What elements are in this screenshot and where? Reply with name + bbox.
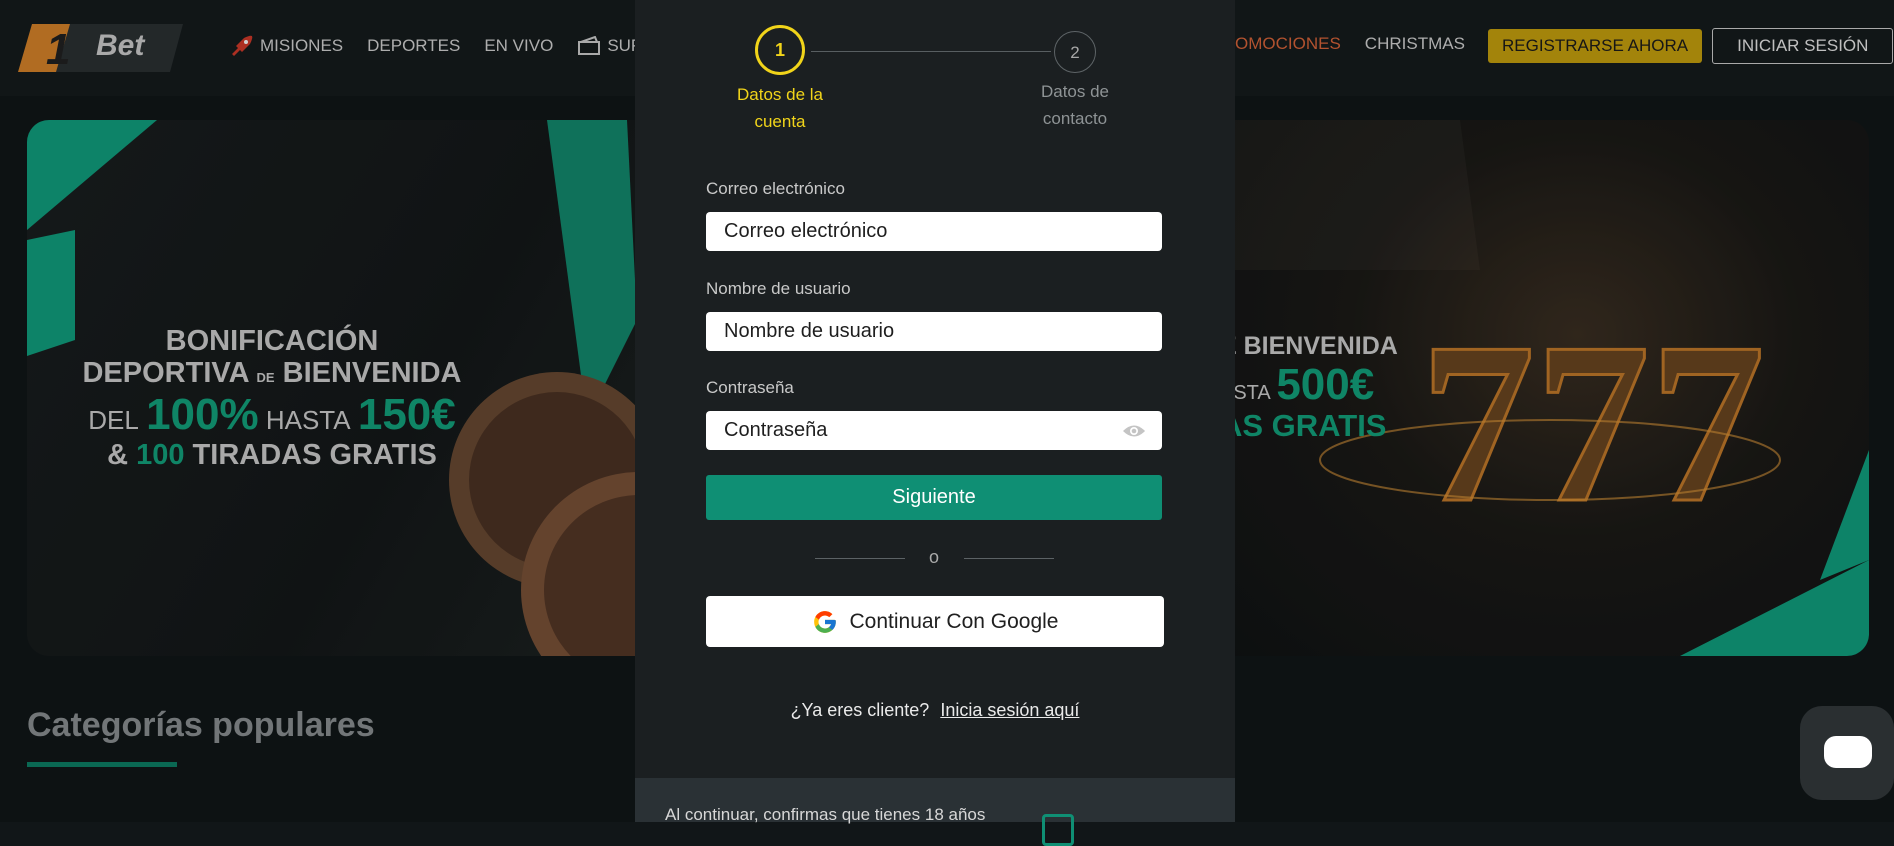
existing-customer-prompt: ¿Ya eres cliente? Inicia sesión aquí — [635, 700, 1235, 721]
email-field-placeholder: Correo electrónico — [724, 220, 888, 242]
username-field-placeholder: Nombre de usuario — [724, 320, 895, 342]
chat-icon — [1824, 736, 1872, 768]
existing-customer-text: ¿Ya eres cliente? — [790, 700, 930, 720]
divider-line-left — [815, 558, 905, 559]
login-here-link[interactable]: Inicia sesión aquí — [940, 700, 1079, 720]
username-label: Nombre de usuario — [706, 279, 851, 298]
divider-line-right — [964, 558, 1054, 559]
step-1-label: Datos de la cuenta — [705, 81, 855, 135]
password-field-placeholder: Contraseña — [724, 419, 828, 441]
email-field[interactable]: Correo electrónico — [706, 212, 1162, 251]
google-signin-button[interactable]: Continuar Con Google — [706, 596, 1164, 647]
google-icon — [813, 610, 836, 633]
divider-text: o — [929, 547, 940, 567]
password-label: Contraseña — [706, 378, 794, 397]
step-2-label-line-1: Datos de — [1040, 82, 1110, 101]
eye-icon[interactable] — [1122, 423, 1146, 439]
age-confirmation-text: Al continuar, confirmas que tienes 18 añ… — [665, 805, 986, 824]
step-2-circle: 2 — [1054, 31, 1096, 73]
username-field[interactable]: Nombre de usuario — [706, 312, 1162, 351]
chat-widget-button[interactable] — [1800, 706, 1894, 800]
email-label: Correo electrónico — [706, 179, 845, 198]
step-1-circle: 1 — [755, 25, 805, 75]
step-account: 1 Datos de la cuenta — [705, 25, 855, 135]
step-contact: 2 Datos de contacto — [1005, 31, 1145, 132]
age-confirmation-checkbox[interactable] — [1042, 814, 1074, 846]
step-2-label: Datos de contacto — [1005, 78, 1145, 132]
google-signin-label: Continuar Con Google — [849, 609, 1059, 633]
registration-modal: 1 Datos de la cuenta 2 Datos de contacto… — [635, 0, 1235, 846]
step-2-label-line-2: contacto — [1042, 109, 1108, 128]
step-1-label-line-2: cuenta — [754, 112, 806, 131]
next-button[interactable]: Siguiente — [706, 475, 1162, 520]
password-field[interactable]: Contraseña — [706, 411, 1162, 450]
step-1-label-line-1: Datos de la — [737, 85, 823, 104]
